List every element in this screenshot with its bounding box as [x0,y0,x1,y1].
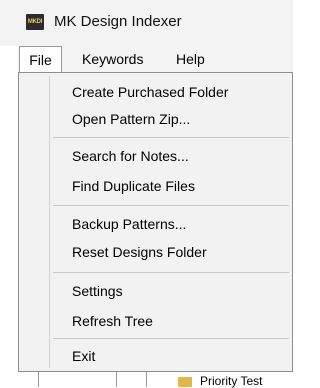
menu-separator [53,272,289,273]
file-menu-dropdown: Create Purchased Folder Open Pattern Zip… [18,72,293,372]
tree-guide-line [38,372,39,387]
tree-item-label[interactable]: Priority Test [200,374,262,388]
menu-item-search-for-notes[interactable]: Search for Notes... [72,144,189,168]
menu-item-open-pattern-zip[interactable]: Open Pattern Zip... [72,107,190,131]
menu-item-refresh-tree[interactable]: Refresh Tree [72,309,153,333]
menu-item-exit[interactable]: Exit [72,344,95,368]
menu-item-reset-designs-folder[interactable]: Reset Designs Folder [72,240,207,264]
app-logo-icon: MKDI [26,14,44,30]
menu-bar: File Keywords Help [18,46,293,72]
window-title: MK Design Indexer [54,13,182,30]
tree-view-peek: Priority Test [0,372,293,388]
title-bar: MKDI MK Design Indexer [0,0,293,46]
menu-separator [53,137,289,138]
tree-guide-line [116,372,117,387]
menu-item-find-duplicate-files[interactable]: Find Duplicate Files [72,174,195,198]
menu-item-backup-patterns[interactable]: Backup Patterns... [72,212,186,236]
menu-file[interactable]: File [19,46,62,72]
menu-help[interactable]: Help [176,46,205,72]
menu-separator [53,205,289,206]
menu-separator [53,338,289,339]
menu-icon-gutter [49,76,50,368]
folder-icon [178,377,192,387]
app-logo-text: MKDI [27,19,43,25]
tree-guide-line [146,372,147,387]
menu-item-settings[interactable]: Settings [72,279,123,303]
menu-item-create-purchased-folder[interactable]: Create Purchased Folder [72,80,228,104]
menu-keywords[interactable]: Keywords [82,46,143,72]
